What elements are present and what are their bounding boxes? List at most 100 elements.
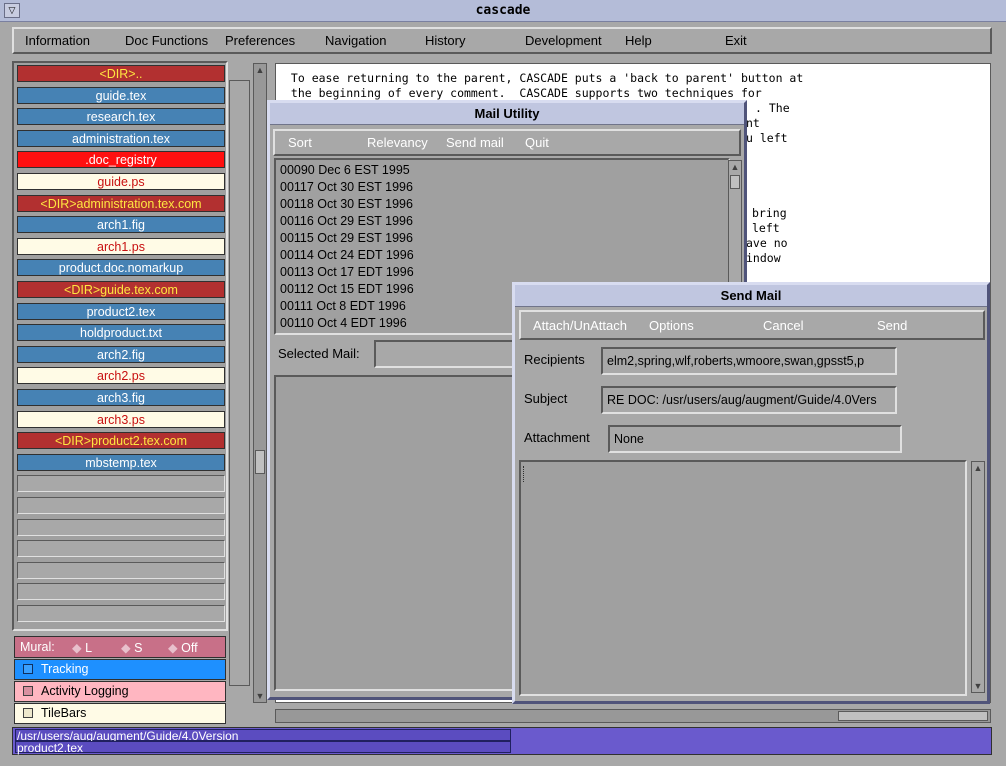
empty-file-slot (17, 518, 225, 536)
doc-line: left (752, 221, 780, 235)
subject-field[interactable]: RE DOC: /usr/users/aug/augment/Guide/4.0… (601, 386, 897, 414)
file-item[interactable]: <DIR>guide.tex.com (17, 281, 225, 298)
send-mail-dialog: Send Mail Attach/UnAttach Options Cancel… (512, 282, 990, 704)
file-list-scrollbar[interactable] (229, 80, 250, 686)
doc-line: u left (746, 131, 788, 145)
mural-label: Mural: (20, 640, 55, 654)
option-label: Tracking (41, 662, 89, 676)
scroll-up-icon[interactable]: ▲ (255, 65, 265, 75)
file-item[interactable]: research.tex (17, 108, 225, 126)
file-item[interactable]: guide.tex (17, 86, 225, 104)
text-cursor (523, 466, 524, 482)
recipients-label: Recipients (524, 352, 585, 367)
checkbox-icon (23, 664, 33, 674)
doc-line: bring (752, 206, 787, 220)
file-item[interactable]: arch1.fig (17, 216, 225, 234)
window-title: cascade (475, 3, 531, 18)
doc-line: ave no (746, 236, 788, 250)
option-tilebars[interactable]: TileBars (14, 703, 226, 724)
option-label: TileBars (41, 706, 87, 720)
empty-file-slot (17, 605, 225, 622)
relevancy-button[interactable]: Relevancy (367, 135, 428, 150)
hscroll-thumb[interactable] (838, 711, 988, 721)
mail-message-row[interactable]: 00117 Oct 30 EST 1996 (280, 179, 413, 196)
window-title-bar: ▽ cascade (0, 0, 1006, 22)
menu-information[interactable]: Information (25, 33, 90, 48)
attachment-label: Attachment (524, 430, 590, 445)
doc-line: To ease returning to the parent, CASCADE… (284, 71, 804, 85)
scroll-up-icon[interactable]: ▲ (730, 162, 740, 172)
mail-message-row[interactable]: 00110 Oct 4 EDT 1996 (280, 315, 407, 332)
file-item[interactable]: arch2.ps (17, 367, 225, 385)
mail-body-scrollbar[interactable]: ▲ ▼ (971, 461, 985, 693)
file-list: <DIR>.. guide.tex research.tex administrati… (12, 61, 228, 631)
scroll-down-icon[interactable]: ▼ (973, 681, 983, 691)
mail-message-row[interactable]: 00115 Oct 29 EST 1996 (280, 230, 413, 247)
diamond-radio-icon: ◆ (168, 641, 178, 655)
mail-message-row[interactable]: 00090 Dec 6 EST 1995 (280, 162, 410, 179)
doc-line: . The (755, 101, 790, 115)
scroll-down-icon[interactable]: ▼ (255, 691, 265, 701)
mural-option-off[interactable]: ◆ Off (168, 640, 198, 655)
diamond-radio-icon: ◆ (72, 641, 82, 655)
option-tracking[interactable]: Tracking (14, 659, 226, 680)
send-mail-menubar: Attach/UnAttach Options Cancel Send (519, 310, 985, 340)
file-item[interactable]: holdproduct.txt (17, 324, 225, 342)
file-item[interactable]: <DIR>.. (17, 65, 225, 82)
document-scrollbar[interactable]: ▲ ▼ (253, 63, 267, 703)
menu-doc-functions[interactable]: Doc Functions (125, 33, 208, 48)
mail-message-row[interactable]: 00113 Oct 17 EDT 1996 (280, 264, 414, 281)
recipients-field[interactable]: elm2,spring,wlf,roberts,wmoore,swan,gpss… (601, 347, 897, 375)
mail-message-row[interactable]: 00111 Oct 8 EDT 1996 (280, 298, 406, 315)
file-item[interactable]: arch3.ps (17, 410, 225, 428)
menu-development[interactable]: Development (525, 33, 602, 48)
file-item[interactable]: .doc_registry (17, 151, 225, 169)
option-activity-logging[interactable]: Activity Logging (14, 681, 226, 702)
file-item[interactable]: product2.tex (17, 302, 225, 320)
empty-file-slot (17, 561, 225, 579)
file-item[interactable]: administration.tex (17, 129, 225, 147)
mail-message-row[interactable]: 00114 Oct 24 EDT 1996 (280, 247, 414, 264)
file-item[interactable]: mbstemp.tex (17, 453, 225, 471)
file-item[interactable]: <DIR>product2.tex.com (17, 432, 225, 450)
menu-navigation[interactable]: Navigation (325, 33, 386, 48)
file-item[interactable]: arch2.fig (17, 345, 225, 363)
document-hscrollbar[interactable] (275, 709, 991, 723)
mail-message-row[interactable]: 00116 Oct 29 EST 1996 (280, 213, 413, 230)
mail-message-row[interactable]: 00112 Oct 15 EDT 1996 (280, 281, 414, 298)
options-button[interactable]: Options (649, 318, 694, 333)
empty-file-slot (17, 540, 225, 558)
current-path: /usr/users/aug/augment/Guide/4.0Version (15, 729, 511, 742)
cancel-button[interactable]: Cancel (763, 318, 803, 333)
checkbox-icon (23, 708, 33, 718)
menu-exit[interactable]: Exit (725, 33, 747, 48)
doc-line: nt (746, 116, 760, 130)
send-mail-button[interactable]: Send mail (446, 135, 504, 150)
file-item[interactable]: arch1.ps (17, 237, 225, 255)
scroll-thumb[interactable] (730, 175, 740, 189)
send-button[interactable]: Send (877, 318, 907, 333)
menu-help[interactable]: Help (625, 33, 652, 48)
empty-file-slot (17, 583, 225, 601)
menu-preferences[interactable]: Preferences (225, 33, 295, 48)
mural-options: Mural: ◆ L ◆ S ◆ Off (14, 636, 226, 658)
status-bar: /usr/users/aug/augment/Guide/4.0Version … (12, 727, 992, 755)
file-item[interactable]: arch3.fig (17, 389, 225, 406)
sort-button[interactable]: Sort (288, 135, 312, 150)
main-menubar: Information Doc Functions Preferences Na… (12, 27, 992, 54)
current-file: product2.tex (15, 741, 511, 754)
mural-option-s[interactable]: ◆ S (121, 640, 142, 655)
attachment-field[interactable]: None (608, 425, 902, 453)
scroll-thumb[interactable] (255, 450, 265, 474)
quit-button[interactable]: Quit (525, 135, 549, 150)
subject-label: Subject (524, 391, 568, 406)
attach-button[interactable]: Attach/UnAttach (533, 318, 627, 333)
mural-option-l[interactable]: ◆ L (72, 640, 92, 655)
file-item[interactable]: guide.ps (17, 173, 225, 190)
file-item[interactable]: <DIR>administration.tex.com (17, 194, 225, 212)
scroll-up-icon[interactable]: ▲ (973, 463, 983, 473)
file-item[interactable]: product.doc.nomarkup (17, 259, 225, 277)
mail-body-input[interactable] (519, 460, 967, 696)
mail-message-row[interactable]: 00118 Oct 30 EST 1996 (280, 196, 413, 213)
menu-history[interactable]: History (425, 33, 465, 48)
